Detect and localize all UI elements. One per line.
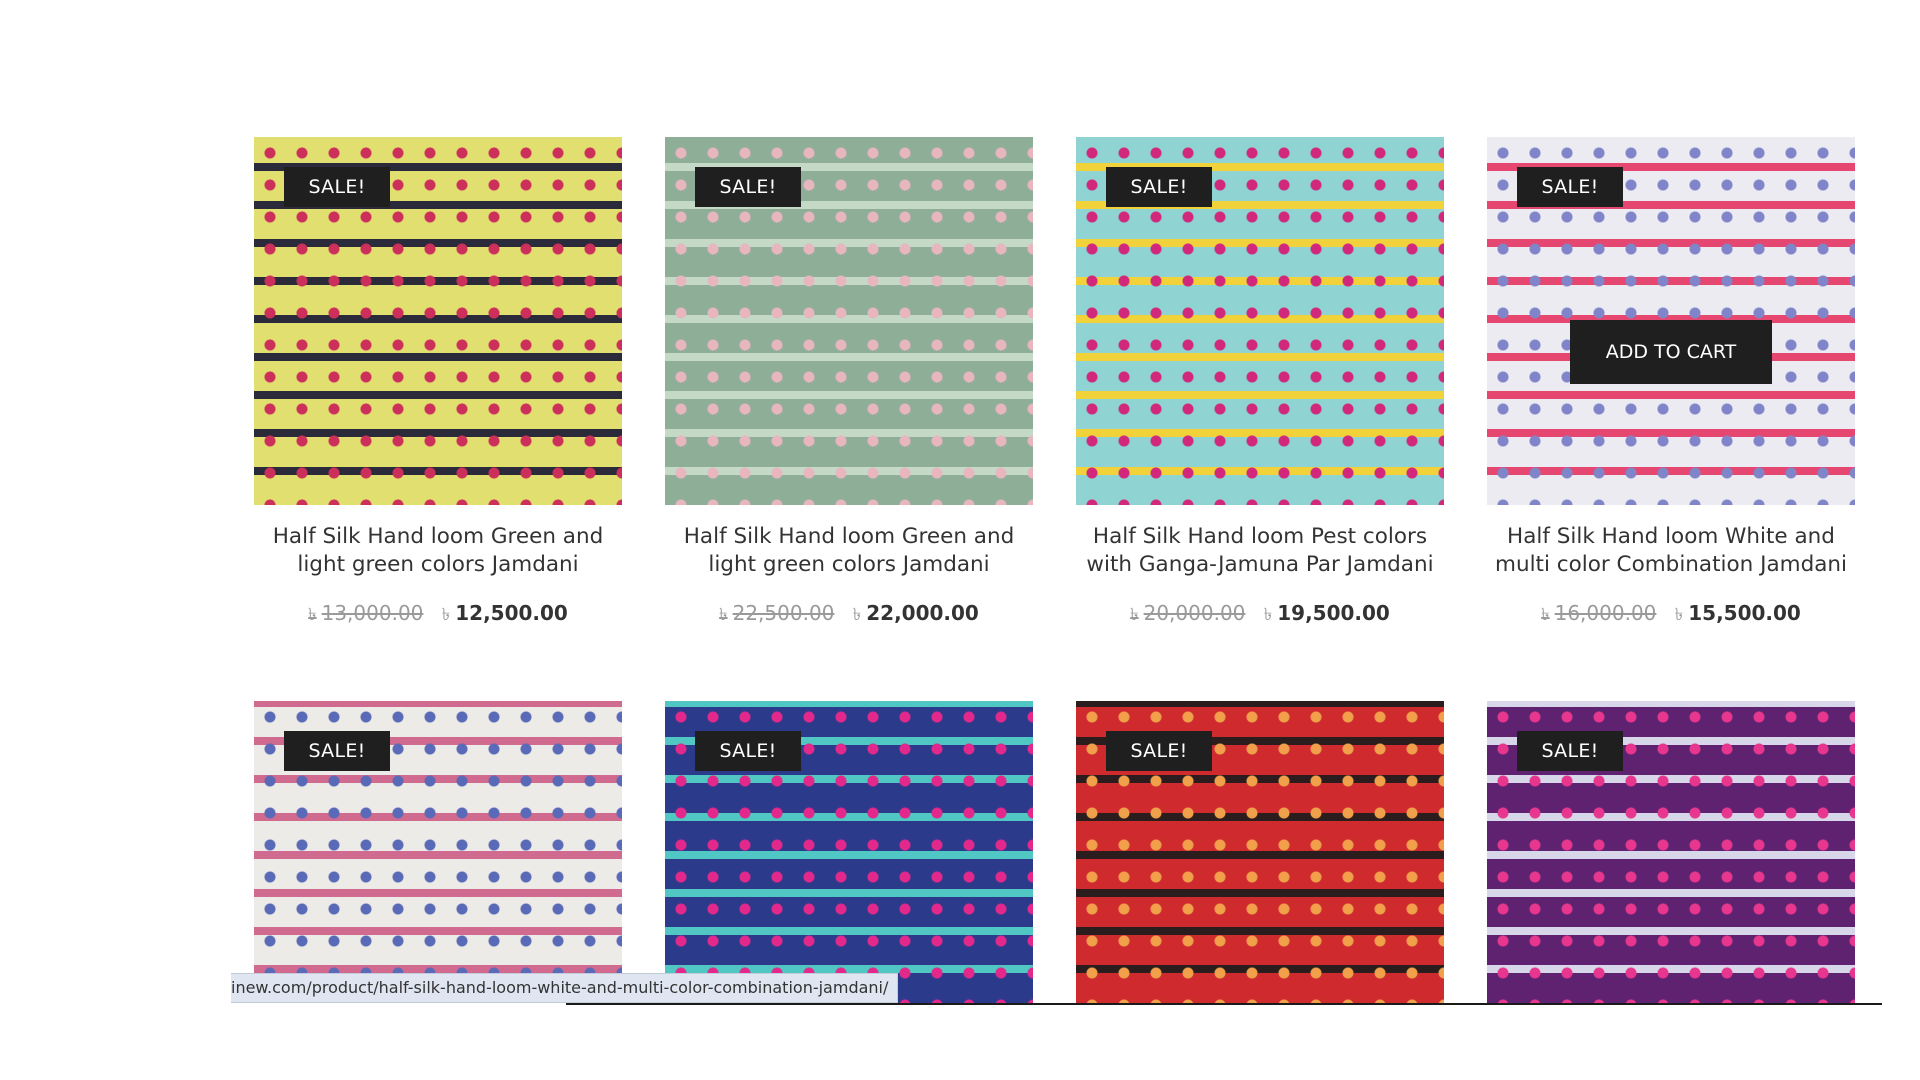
sale-badge: SALE! [1517, 167, 1623, 207]
product-image[interactable]: SALE! [1076, 137, 1444, 505]
product-image[interactable]: SALE! [1487, 701, 1855, 1003]
sale-badge: SALE! [1517, 731, 1623, 771]
sale-badge: SALE! [284, 731, 390, 771]
product-grid: SALE! Half Silk Hand loom Green and ligh… [0, 0, 1920, 1080]
product-price: ৳ 20,000.00 ৳ 19,500.00 [1076, 601, 1444, 630]
sale-price: ৳ 22,000.00 [852, 601, 979, 625]
sale-price: ৳ 15,500.00 [1674, 601, 1801, 625]
product-image[interactable]: SALE! [1076, 701, 1444, 1003]
product-card: SALE! [1487, 701, 1855, 1003]
product-card: SALE! Half Silk Hand loom Green and ligh… [665, 137, 1033, 630]
status-bar-url: inew.com/product/half-silk-hand-loom-whi… [231, 973, 899, 1003]
sale-price: ৳ 12,500.00 [441, 601, 568, 625]
product-title[interactable]: Half Silk Hand loom Pest colors with Gan… [1076, 523, 1444, 579]
add-to-cart-button[interactable]: ADD TO CART [1570, 320, 1772, 384]
product-image[interactable]: SALE! ADD TO CART [1487, 137, 1855, 505]
sale-badge: SALE! [1106, 167, 1212, 207]
product-price: ৳ 13,000.00 ৳ 12,500.00 [254, 601, 622, 630]
regular-price: ৳ 16,000.00 [1541, 601, 1657, 625]
product-card: SALE! [1076, 701, 1444, 1003]
regular-price: ৳ 13,000.00 [308, 601, 424, 625]
sale-badge: SALE! [1106, 731, 1212, 771]
product-image[interactable]: SALE! [254, 701, 622, 1003]
product-card: SALE! [665, 701, 1033, 1003]
product-card: SALE! Half Silk Hand loom Pest colors wi… [1076, 137, 1444, 630]
divider [566, 1003, 1882, 1005]
sale-price: ৳ 19,500.00 [1263, 601, 1390, 625]
product-card: SALE! [254, 701, 622, 1003]
sale-badge: SALE! [695, 167, 801, 207]
product-image[interactable]: SALE! [254, 137, 622, 505]
sale-badge: SALE! [284, 167, 390, 207]
product-image[interactable]: SALE! [665, 137, 1033, 505]
regular-price: ৳ 22,500.00 [719, 601, 835, 625]
product-card: SALE! ADD TO CART Half Silk Hand loom Wh… [1487, 137, 1855, 630]
product-title[interactable]: Half Silk Hand loom White and multi colo… [1487, 523, 1855, 579]
sale-badge: SALE! [695, 731, 801, 771]
product-price: ৳ 22,500.00 ৳ 22,000.00 [665, 601, 1033, 630]
product-card: SALE! Half Silk Hand loom Green and ligh… [254, 137, 622, 630]
product-title[interactable]: Half Silk Hand loom Green and light gree… [665, 523, 1033, 579]
regular-price: ৳ 20,000.00 [1130, 601, 1246, 625]
product-image[interactable]: SALE! [665, 701, 1033, 1003]
product-price: ৳ 16,000.00 ৳ 15,500.00 [1487, 601, 1855, 630]
product-title[interactable]: Half Silk Hand loom Green and light gree… [254, 523, 622, 579]
